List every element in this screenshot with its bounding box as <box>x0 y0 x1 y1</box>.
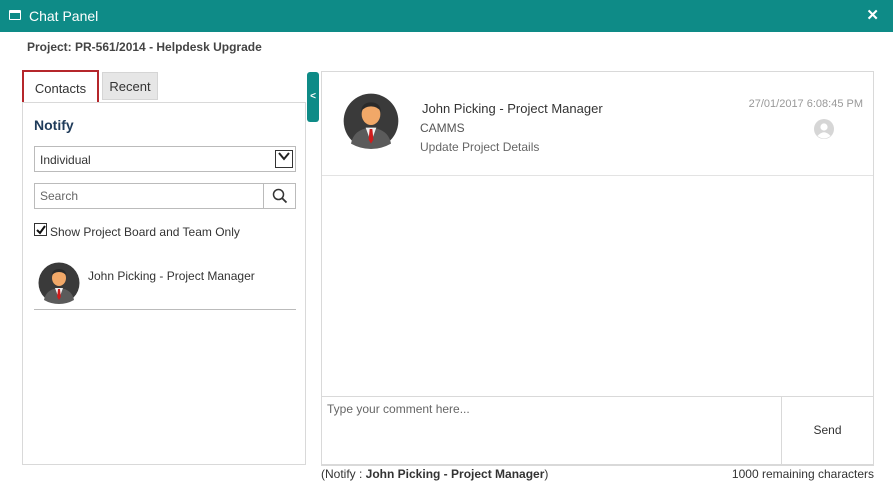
notify-prefix: (Notify : <box>321 467 366 481</box>
search-input[interactable] <box>35 184 264 208</box>
message-text: Update Project Details <box>420 140 540 154</box>
collapse-panel-button[interactable]: < <box>307 72 319 122</box>
tab-recent[interactable]: Recent <box>102 72 158 100</box>
contact-list-item[interactable]: John Picking - Project Manager <box>34 258 296 310</box>
search-button[interactable] <box>264 184 295 208</box>
board-team-checkbox[interactable] <box>34 223 47 236</box>
tab-contacts[interactable]: Contacts <box>22 70 99 102</box>
contacts-panel: Notify Individual Show Project Board and… <box>22 102 306 465</box>
window-title: Chat Panel <box>29 8 99 24</box>
notify-type-value: Individual <box>40 153 91 167</box>
notify-suffix: ) <box>544 467 549 481</box>
avatar <box>38 262 80 307</box>
notify-heading: Notify <box>34 117 74 133</box>
message-organisation: CAMMS <box>420 121 465 135</box>
message-sender: John Picking - Project Manager <box>422 101 603 116</box>
remaining-characters: 1000 remaining characters <box>731 467 874 481</box>
window-icon <box>9 10 21 20</box>
checkmark-icon <box>36 225 46 235</box>
chat-message: John Picking - Project Manager CAMMS Upd… <box>322 72 873 176</box>
title-bar: Chat Panel ✕ <box>0 0 893 32</box>
close-icon[interactable]: ✕ <box>866 6 879 24</box>
comment-box <box>321 396 782 465</box>
notify-type-select[interactable]: Individual <box>34 146 296 172</box>
user-icon <box>814 119 834 142</box>
project-title: Project: PR-561/2014 - Helpdesk Upgrade <box>27 40 262 54</box>
notify-recipient-name: John Picking - Project Manager <box>365 467 545 481</box>
chevron-down-icon[interactable] <box>275 150 293 168</box>
search-box <box>34 183 296 209</box>
avatar <box>343 93 399 152</box>
contact-name: John Picking - Project Manager <box>88 269 255 283</box>
notify-recipient: (Notify : John Picking - Project Manager… <box>321 467 548 481</box>
board-team-checkbox-label: Show Project Board and Team Only <box>50 225 240 239</box>
send-button[interactable]: Send <box>781 396 874 465</box>
message-timestamp: 27/01/2017 6:08:45 PM <box>748 98 863 110</box>
comment-input[interactable] <box>322 397 781 464</box>
search-icon <box>272 188 288 204</box>
